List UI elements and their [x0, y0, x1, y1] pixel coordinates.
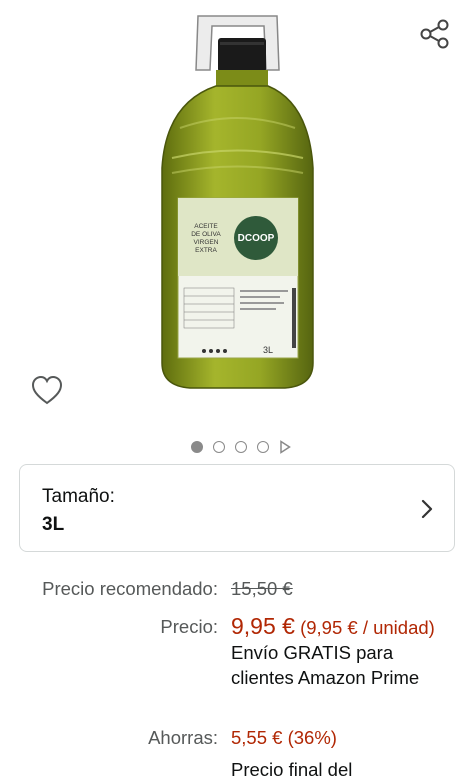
price-value: 9,95 €: [231, 613, 295, 639]
carousel-dot[interactable]: [212, 441, 225, 453]
heart-icon[interactable]: [30, 374, 64, 408]
recommended-price-value: 15,50 €: [231, 578, 293, 599]
bottle-label-text: ACEITE: [194, 223, 218, 230]
product-image[interactable]: ACEITE DE OLIVA VIRGEN EXTRA DCOOP 3L: [150, 8, 325, 393]
recommended-price-label: Precio recomendado:: [42, 578, 218, 599]
savings-label: Ahorras:: [148, 727, 218, 748]
svg-text:DCOOP: DCOOP: [238, 233, 275, 244]
svg-text:DE OLIVA: DE OLIVA: [191, 231, 221, 238]
share-icon[interactable]: [418, 17, 452, 51]
size-value: 3L: [42, 514, 65, 535]
savings-value: 5,55 € (36%): [231, 727, 337, 748]
unit-price: (9,95 € / unidad): [300, 617, 435, 638]
size-selector[interactable]: Tamaño: 3L: [19, 464, 455, 552]
size-label: Tamaño:: [42, 486, 115, 507]
shipping-info: Envío GRATIS para clientes Amazon Prime: [231, 642, 420, 688]
carousel-dot-active[interactable]: [190, 441, 203, 453]
play-icon[interactable]: [279, 440, 291, 454]
carousel-dot[interactable]: [234, 441, 247, 453]
price-label: Precio:: [160, 616, 218, 637]
image-carousel-indicator: [0, 437, 475, 457]
final-price-text: Precio final del: [231, 759, 353, 780]
svg-text:EXTRA: EXTRA: [195, 247, 217, 254]
carousel-dot[interactable]: [256, 441, 269, 453]
chevron-right-icon: [421, 499, 433, 519]
price-block: 9,95 € (9,95 € / unidad) Envío GRATIS pa…: [231, 614, 446, 690]
svg-text:VIRGEN: VIRGEN: [194, 239, 219, 246]
svg-text:3L: 3L: [263, 345, 273, 355]
